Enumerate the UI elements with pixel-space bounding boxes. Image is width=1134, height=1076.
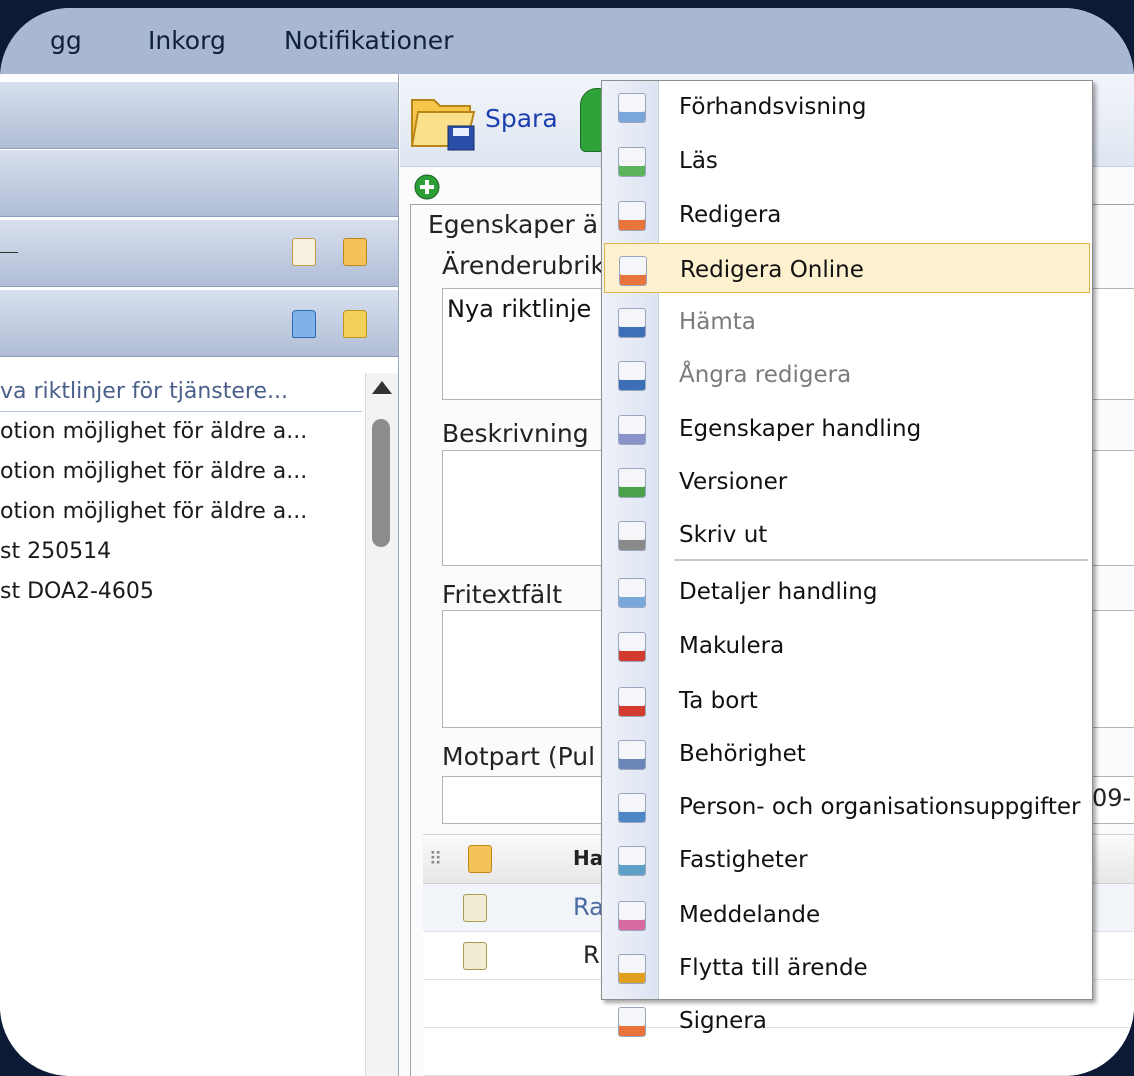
menu-item[interactable]: Fastigheter: [604, 834, 1090, 884]
grip-icon[interactable]: ⠿: [429, 849, 443, 870]
list-item[interactable]: st 250514: [0, 532, 362, 572]
grid-column-header[interactable]: Ha: [573, 846, 603, 870]
menu-item[interactable]: Ta bort: [604, 675, 1090, 725]
subject-value: Nya riktlinje: [447, 295, 592, 323]
preview-icon: [618, 93, 646, 123]
folder-blue-icon[interactable]: [292, 310, 316, 338]
menu-item[interactable]: Person- och organisationsuppgifter: [604, 781, 1090, 831]
row-title: Ra: [573, 893, 604, 921]
menu-item[interactable]: Skriv ut: [604, 509, 1090, 559]
menu-item-label: Makulera: [679, 633, 785, 659]
nav-item-inbox[interactable]: Inkorg: [148, 26, 226, 55]
move-to-case-icon: [618, 954, 646, 984]
menu-item-label: Meddelande: [679, 902, 821, 928]
description-label: Beskrivning: [442, 419, 589, 448]
document-icon: [463, 894, 487, 922]
cancel-document-icon: [618, 632, 646, 662]
subject-label: Ärenderubrik: [442, 251, 606, 280]
details-icon: [618, 578, 646, 608]
menu-item-label: Fastigheter: [679, 847, 808, 873]
undo-edit-icon: [618, 361, 646, 391]
property-house-icon: [618, 846, 646, 876]
menu-item-label: Redigera Online: [680, 257, 864, 283]
menu-item[interactable]: Behörighet: [604, 728, 1090, 778]
menu-item[interactable]: Signera: [604, 995, 1090, 1045]
list-item[interactable]: va riktlinjer för tjänstere...: [0, 373, 362, 412]
menu-item[interactable]: Meddelande: [604, 889, 1090, 939]
counterpart-extra: 09-: [1092, 784, 1132, 812]
nav-item-partial[interactable]: gg: [50, 26, 82, 55]
menu-item[interactable]: Flytta till ärende: [604, 942, 1090, 992]
menu-item-label: Redigera: [679, 202, 782, 228]
app-window: gg Inkorg Notifikationer va riktlinjer f…: [0, 8, 1134, 1076]
menu-item-label: Behörighet: [679, 741, 806, 767]
menu-item[interactable]: Förhandsvisning: [604, 81, 1090, 131]
top-navigation-bar: gg Inkorg Notifikationer: [0, 8, 1134, 74]
edit-icon: [618, 201, 646, 231]
panel-header-2[interactable]: [0, 150, 398, 217]
menu-item[interactable]: Detaljer handling: [604, 566, 1090, 616]
context-menu: Förhandsvisning Läs Redigera Redigera Onlin…: [601, 80, 1093, 1037]
menu-item[interactable]: Redigera: [604, 189, 1090, 239]
list-item[interactable]: otion möjlighet för äldre a...: [0, 412, 362, 452]
menu-item[interactable]: Egenskaper handling: [604, 403, 1090, 453]
document-list: va riktlinjer för tjänstere... otion möj…: [0, 373, 362, 612]
edit-online-icon: [619, 256, 647, 286]
menu-item[interactable]: Versioner: [604, 456, 1090, 506]
add-icon[interactable]: [414, 174, 440, 200]
menu-item-label: Signera: [679, 1008, 767, 1034]
menu-item-label: Förhandsvisning: [679, 94, 867, 120]
menu-item-label: Detaljer handling: [679, 579, 878, 605]
menu-item-label: Ångra redigera: [679, 362, 852, 388]
save-button[interactable]: Spara: [485, 104, 558, 133]
properties-icon: [618, 415, 646, 445]
document-icon: [463, 942, 487, 970]
save-folder-icon[interactable]: [408, 86, 480, 154]
list-scrollbar[interactable]: [365, 373, 398, 1076]
list-item[interactable]: otion möjlighet för äldre a...: [0, 452, 362, 492]
document-folder-icon[interactable]: [343, 238, 367, 266]
sign-icon: [618, 1007, 646, 1037]
permission-icon: [618, 740, 646, 770]
list-item[interactable]: otion möjlighet för äldre a...: [0, 492, 362, 532]
menu-separator: [674, 559, 1088, 561]
document-icon: [468, 845, 492, 873]
panel-header-1[interactable]: [0, 82, 398, 149]
panel-header-4: [0, 290, 398, 357]
menu-item-label: Egenskaper handling: [679, 416, 922, 442]
list-item[interactable]: st DOA2-4605: [0, 572, 362, 612]
properties-group-title: Egenskaper ä: [426, 210, 601, 239]
folder-yellow-icon[interactable]: [343, 310, 367, 338]
scroll-thumb[interactable]: [372, 419, 390, 547]
menu-item: Ångra redigera: [604, 349, 1090, 399]
people-icon: [618, 793, 646, 823]
menu-item[interactable]: Makulera: [604, 620, 1090, 670]
menu-item-label: Hämta: [679, 309, 756, 335]
menu-item-label: Flytta till ärende: [679, 955, 868, 981]
new-document-icon[interactable]: [292, 238, 316, 266]
versions-icon: [618, 468, 646, 498]
menu-item-label: Skriv ut: [679, 522, 768, 548]
menu-item-label: Läs: [679, 148, 718, 174]
menu-item[interactable]: Redigera Online: [604, 243, 1090, 293]
message-icon: [618, 901, 646, 931]
menu-item-label: Person- och organisationsuppgifter: [679, 794, 1081, 820]
nav-item-notifications[interactable]: Notifikationer: [284, 26, 453, 55]
delete-icon: [618, 687, 646, 717]
tree-line: [0, 252, 18, 253]
counterpart-label: Motpart (Pul: [442, 742, 596, 771]
read-icon: [618, 147, 646, 177]
printer-icon: [618, 521, 646, 551]
menu-item[interactable]: Läs: [604, 135, 1090, 185]
menu-item-label: Ta bort: [679, 688, 758, 714]
freetext-label: Fritextfält: [442, 580, 562, 609]
panel-header-3: [0, 220, 398, 287]
menu-item: Hämta: [604, 296, 1090, 346]
menu-item-label: Versioner: [679, 469, 788, 495]
scroll-up-arrow-icon[interactable]: [372, 381, 392, 394]
fetch-icon: [618, 308, 646, 338]
